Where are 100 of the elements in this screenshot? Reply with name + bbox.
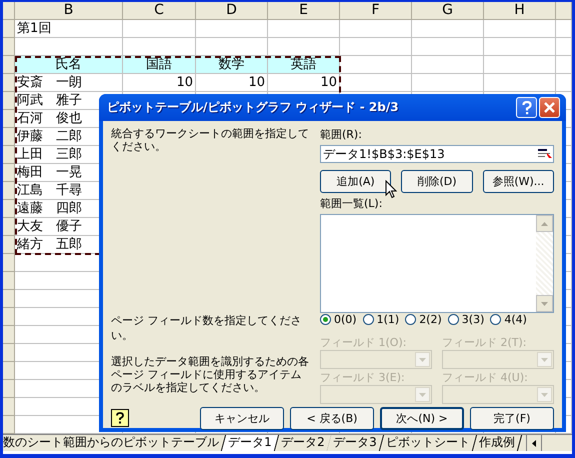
sheet-tab[interactable]: データ1 [222,435,279,451]
table-header: 氏名 [15,56,123,74]
row-header[interactable] [3,92,15,110]
row-header[interactable] [3,326,15,344]
mouse-cursor-icon [385,180,397,199]
column-header[interactable]: B [15,2,123,20]
wizard-button[interactable]: 完了(F) [470,406,554,430]
table-cell [268,20,340,38]
radio-button[interactable] [362,314,374,325]
score-cell: 10 [123,74,196,92]
column-header[interactable] [556,2,572,20]
row-header[interactable] [3,164,15,182]
table-cell [340,20,412,38]
radio-label: 1(1) [376,313,400,326]
table-cell [556,38,572,56]
question-mark-icon [116,412,124,424]
help-button[interactable] [111,409,129,427]
scroll-down-icon [541,302,548,306]
radio-button[interactable] [320,314,331,325]
row-header[interactable] [3,200,15,218]
sheet-tab[interactable]: 作成例 [472,435,522,451]
field-label: フィールド 1(O): [320,335,408,350]
field-dropdown[interactable] [442,350,554,369]
row-header[interactable] [3,416,15,434]
row-header[interactable] [3,380,15,398]
scroll-up-icon [541,222,548,226]
range-list-label: 範囲一覧(L): [320,196,384,211]
row-header[interactable] [3,110,15,128]
row-header[interactable] [3,146,15,164]
row-header[interactable] [3,290,15,308]
page-field-instruction: ページ フィールド数を指定してください。 [111,313,302,343]
row-header[interactable] [3,38,15,56]
close-button[interactable] [539,97,560,118]
item-label-instruction: 選択したデータ範囲を識別するための各ページ フィールドに使用するアイテムのラベルを指定してください。 [111,355,310,394]
table-cell [484,38,556,56]
field-dropdown[interactable] [320,350,432,369]
table-cell [484,74,556,92]
row-header[interactable] [3,362,15,380]
column-header[interactable]: F [340,2,412,20]
table-cell [484,20,556,38]
table-cell [412,56,484,74]
column-header[interactable]: E [268,2,340,20]
table-cell [340,56,412,74]
row-header[interactable] [3,20,15,38]
row-header[interactable] [3,236,15,254]
score-cell: 10 [196,74,268,92]
column-header[interactable]: C [123,2,196,20]
field-label: フィールド 3(E): [320,370,406,385]
row-header[interactable] [3,182,15,200]
sheet-title-cell: 第1回 [15,20,123,38]
table-header: 英語 [268,56,340,74]
table-header: 国語 [123,56,196,74]
sheet-tab[interactable]: データ3 [327,435,384,451]
row-header[interactable] [3,308,15,326]
wizard-button[interactable]: 次へ(N) > [380,406,464,430]
sheet-tab[interactable]: ピボットシート [380,435,478,451]
column-header[interactable]: H [484,2,556,20]
row-header[interactable] [3,56,15,74]
field-label: フィールド 4(U): [442,370,529,385]
field-dropdown[interactable] [320,385,432,404]
table-header: 数学 [196,56,268,74]
radio-label: 0(0) [334,313,357,326]
radio-label: 2(2) [419,313,442,326]
range-button[interactable]: 削除(D) [401,170,473,193]
range-input-field[interactable]: データ1!$B$3:$E$13 [320,145,554,163]
sheet-tab[interactable]: 数のシート範囲からのピボットテーブル [3,435,226,451]
wizard-button[interactable]: < 戻る(B) [290,406,374,430]
radio-label: 4(4) [504,313,527,326]
field-dropdown[interactable] [442,385,554,404]
row-header[interactable] [3,254,15,272]
row-header[interactable] [3,398,15,416]
table-cell [484,56,556,74]
range-label: 範囲(R): [320,127,363,142]
row-header[interactable] [3,218,15,236]
select-all-button[interactable] [3,2,15,20]
column-header[interactable]: G [412,2,484,20]
collapse-dialog-icon [537,148,553,160]
radio-button[interactable] [405,314,416,325]
row-header[interactable] [3,344,15,362]
row-header[interactable] [3,74,15,92]
scrollbar[interactable] [536,215,553,312]
close-icon [544,102,555,113]
range-button[interactable]: 参照(W)... [482,170,554,193]
left-arrow-icon [532,440,536,446]
radio-button[interactable] [490,314,502,325]
question-mark-icon [522,100,532,114]
table-cell [412,20,484,38]
sheet-tab[interactable]: データ2 [274,435,332,451]
row-header[interactable] [3,272,15,290]
table-cell [412,38,484,56]
row-header[interactable] [3,128,15,146]
table-cell [340,38,412,56]
radio-button[interactable] [448,314,459,325]
wizard-button[interactable]: キャンセル [200,406,284,430]
range-button[interactable]: 追加(A) [320,170,392,193]
table-cell [340,74,412,92]
column-header[interactable]: D [196,2,268,20]
name-cell: 安斎 一朗 [15,74,123,92]
table-cell [556,74,572,92]
field-label: フィールド 2(T): [442,335,528,350]
